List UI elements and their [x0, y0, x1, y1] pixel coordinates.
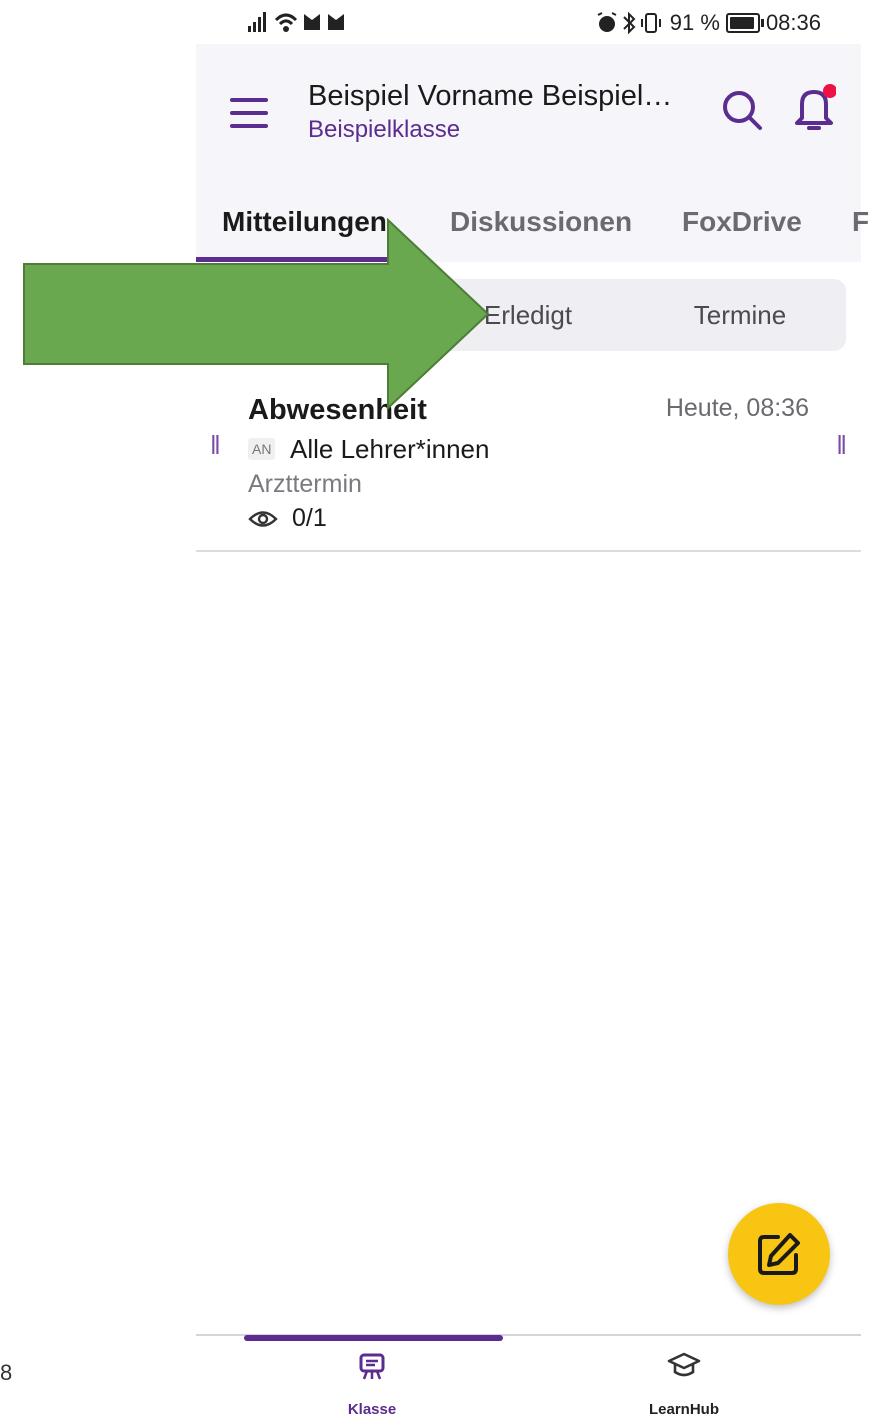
alarm-bluetooth-vibrate-icons	[597, 11, 661, 35]
side-number: 8	[0, 1360, 13, 1385]
easel-icon	[359, 1353, 385, 1380]
drag-handle-left[interactable]: ‖	[210, 430, 221, 461]
nav-item-learnhub[interactable]: LearnHub	[584, 1345, 784, 1418]
recipient-badge: AN	[248, 438, 276, 460]
search-icon[interactable]	[720, 88, 764, 132]
status-left-icons	[246, 10, 356, 40]
edit-icon	[758, 1233, 800, 1275]
filter-termine[interactable]: Termine	[634, 279, 846, 351]
battery-icon	[725, 13, 764, 33]
eye-icon	[248, 511, 278, 527]
signal-wifi-icons	[248, 12, 344, 32]
battery-fill	[729, 17, 754, 29]
tab-foxdrive[interactable]: FoxDrive	[682, 206, 802, 238]
message-time: Heute, 08:36	[665, 394, 809, 422]
menu-icon-line	[230, 124, 268, 128]
green-arrow-annotation	[23, 218, 490, 410]
menu-button[interactable]	[230, 98, 268, 128]
tab-overflow[interactable]: F	[852, 206, 869, 238]
nav-label-learnhub: LearnHub	[648, 1401, 719, 1418]
status-time: 08:36	[765, 10, 821, 35]
compose-button[interactable]	[728, 1203, 830, 1305]
read-count: 0/1	[292, 504, 327, 532]
status-bar: 91 % 08:36	[196, 0, 861, 44]
page-title: Beispiel Vorname Beispiel…	[308, 80, 673, 112]
nav-item-klasse[interactable]: Klasse	[272, 1345, 472, 1418]
nav-label-klasse: Klasse	[347, 1401, 397, 1418]
graduation-cap-icon	[667, 1352, 701, 1377]
menu-icon-line	[230, 111, 268, 115]
drag-handle-right[interactable]: ‖	[836, 430, 847, 461]
bottom-nav-active-indicator	[244, 1335, 503, 1341]
battery-percent: 91 %	[669, 10, 720, 35]
notification-bell-icon[interactable]	[792, 84, 836, 134]
message-preview: Arzttermin	[248, 470, 362, 498]
class-subtitle: Beispielklasse	[308, 116, 461, 143]
menu-icon-line	[230, 98, 268, 102]
message-recipient: Alle Lehrer*innen	[290, 434, 490, 464]
status-right: 91 % 08:36	[596, 10, 821, 36]
